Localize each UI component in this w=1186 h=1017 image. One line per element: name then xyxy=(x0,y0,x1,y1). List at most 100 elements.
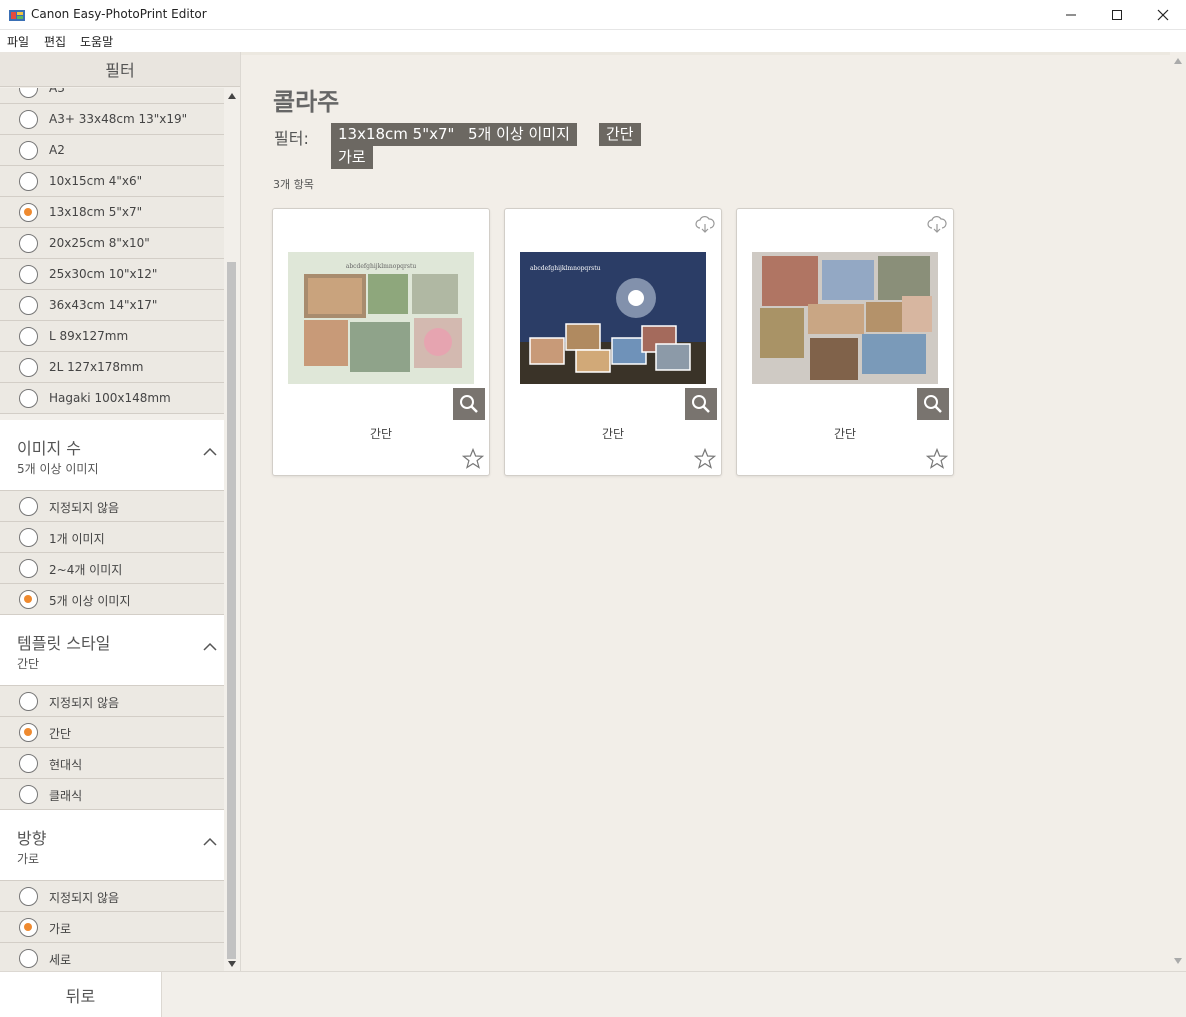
size-option[interactable]: L 89x127mm xyxy=(0,321,224,352)
favorite-star-icon[interactable] xyxy=(462,448,484,470)
size-option[interactable]: 2L 127x178mm xyxy=(0,352,224,383)
window-title: Canon Easy-PhotoPrint Editor xyxy=(31,7,207,21)
template-style-option[interactable]: 클래식 xyxy=(0,779,224,810)
option-label: 25x30cm 10"x12" xyxy=(49,267,158,281)
menu-help[interactable]: 도움말 xyxy=(80,33,113,50)
template-card[interactable]: abcdefghijklmnopqrstu 간단 xyxy=(272,208,490,476)
size-option[interactable]: A3 xyxy=(0,88,224,104)
scroll-up-arrow-icon[interactable] xyxy=(1173,57,1183,65)
option-label: A3+ 33x48cm 13"x19" xyxy=(49,112,188,126)
option-label: 세로 xyxy=(49,953,72,967)
filter-chip: 5개 이상 이미지 xyxy=(461,123,577,146)
size-option[interactable]: 20x25cm 8"x10" xyxy=(0,228,224,259)
preview-button[interactable] xyxy=(685,388,717,420)
card-caption: 간단 xyxy=(369,427,393,441)
favorite-star-icon[interactable] xyxy=(926,448,948,470)
template-card[interactable]: 간단 xyxy=(736,208,954,476)
size-option[interactable]: 36x43cm 14"x17" xyxy=(0,290,224,321)
template-style-option[interactable]: 현대식 xyxy=(0,748,224,779)
size-option[interactable]: Hagaki 100x148mm xyxy=(0,383,224,414)
option-label: 36x43cm 14"x17" xyxy=(49,298,158,312)
filter-chip: 간단 xyxy=(599,123,641,146)
radio-icon xyxy=(19,389,38,408)
menu-file[interactable]: 파일 xyxy=(7,33,29,50)
image-count-option[interactable]: 1개 이미지 xyxy=(0,522,224,553)
option-label: L 89x127mm xyxy=(49,329,129,343)
template-card[interactable]: abcdefghijklmnopqrstu 간단 xyxy=(504,208,722,476)
option-label: 지정되지 않음 xyxy=(49,501,120,515)
card-caption: 간단 xyxy=(833,427,857,441)
sidebar-scrollbar-thumb[interactable] xyxy=(227,262,236,959)
section-value: 가로 xyxy=(17,852,40,866)
section-orientation[interactable]: 방향 가로 xyxy=(0,810,224,881)
section-value: 5개 이상 이미지 xyxy=(17,462,99,476)
option-label: 지정되지 않음 xyxy=(49,891,120,905)
option-label: 13x18cm 5"x7" xyxy=(49,205,143,219)
option-label: A3 xyxy=(49,88,65,95)
size-option[interactable]: A3+ 33x48cm 13"x19" xyxy=(0,104,224,135)
radio-icon xyxy=(19,234,38,253)
orientation-option[interactable]: 지정되지 않음 xyxy=(0,881,224,912)
option-label: 20x25cm 8"x10" xyxy=(49,236,150,250)
chevron-up-icon xyxy=(203,642,217,651)
maximize-icon xyxy=(1112,10,1122,20)
size-option[interactable]: 10x15cm 4"x6" xyxy=(0,166,224,197)
sidebar-header: 필터 xyxy=(0,52,240,87)
section-template-style[interactable]: 템플릿 스타일 간단 xyxy=(0,615,224,686)
image-count-option[interactable]: 지정되지 않음 xyxy=(0,491,224,522)
radio-icon xyxy=(19,141,38,160)
filter-list[interactable]: A3 A3+ 33x48cm 13"x19" A2 10x15cm 4"x6" … xyxy=(0,88,224,972)
cloud-download-icon[interactable] xyxy=(927,216,947,234)
option-label: A2 xyxy=(49,143,65,157)
item-count: 3개 항목 xyxy=(273,178,314,191)
magnifier-icon xyxy=(924,395,942,413)
menu-edit[interactable]: 편집 xyxy=(44,33,66,50)
radio-icon xyxy=(19,358,38,377)
back-button[interactable]: 뒤로 xyxy=(0,971,162,1017)
scroll-down-arrow-icon[interactable] xyxy=(227,960,237,968)
radio-icon xyxy=(19,497,38,516)
minimize-button[interactable] xyxy=(1048,0,1094,30)
radio-icon xyxy=(19,692,38,711)
magnifier-icon xyxy=(460,395,478,413)
thumbnail-text: abcdefghijklmnopqrstu xyxy=(346,263,417,270)
cloud-download-icon[interactable] xyxy=(695,216,715,234)
scroll-down-arrow-icon[interactable] xyxy=(1173,957,1183,965)
section-image-count[interactable]: 이미지 수 5개 이상 이미지 xyxy=(0,420,224,491)
close-button[interactable] xyxy=(1140,0,1186,30)
option-label: 5개 이상 이미지 xyxy=(49,594,131,608)
radio-selected-icon xyxy=(19,723,38,742)
title-bar: Canon Easy-PhotoPrint Editor xyxy=(0,0,1186,30)
image-count-option[interactable]: 2~4개 이미지 xyxy=(0,553,224,584)
template-thumbnail: abcdefghijklmnopqrstu xyxy=(288,252,474,384)
option-label: 간단 xyxy=(49,727,72,741)
section-title: 템플릿 스타일 xyxy=(17,634,111,653)
radio-selected-icon xyxy=(19,918,38,937)
close-icon xyxy=(1157,9,1169,21)
radio-icon xyxy=(19,327,38,346)
maximize-button[interactable] xyxy=(1094,0,1140,30)
main-scrollbar[interactable] xyxy=(1170,52,1186,971)
orientation-option[interactable]: 가로 xyxy=(0,912,224,943)
preview-button[interactable] xyxy=(917,388,949,420)
radio-icon xyxy=(19,110,38,129)
size-option[interactable]: A2 xyxy=(0,135,224,166)
page-title: 콜라주 xyxy=(273,88,340,116)
orientation-option[interactable]: 세로 xyxy=(0,943,224,972)
radio-icon xyxy=(19,88,38,98)
option-label: 10x15cm 4"x6" xyxy=(49,174,143,188)
option-label: 2L 127x178mm xyxy=(49,360,144,374)
section-value: 간단 xyxy=(17,657,40,671)
template-style-option[interactable]: 간단 xyxy=(0,717,224,748)
option-label: 현대식 xyxy=(49,758,83,772)
scroll-up-arrow-icon[interactable] xyxy=(227,92,237,100)
filter-label: 필터: xyxy=(274,129,309,148)
template-style-option[interactable]: 지정되지 않음 xyxy=(0,686,224,717)
size-option[interactable]: 13x18cm 5"x7" xyxy=(0,197,224,228)
image-count-option[interactable]: 5개 이상 이미지 xyxy=(0,584,224,615)
option-label: Hagaki 100x148mm xyxy=(49,391,171,405)
app-icon xyxy=(9,10,25,21)
size-option[interactable]: 25x30cm 10"x12" xyxy=(0,259,224,290)
favorite-star-icon[interactable] xyxy=(694,448,716,470)
preview-button[interactable] xyxy=(453,388,485,420)
